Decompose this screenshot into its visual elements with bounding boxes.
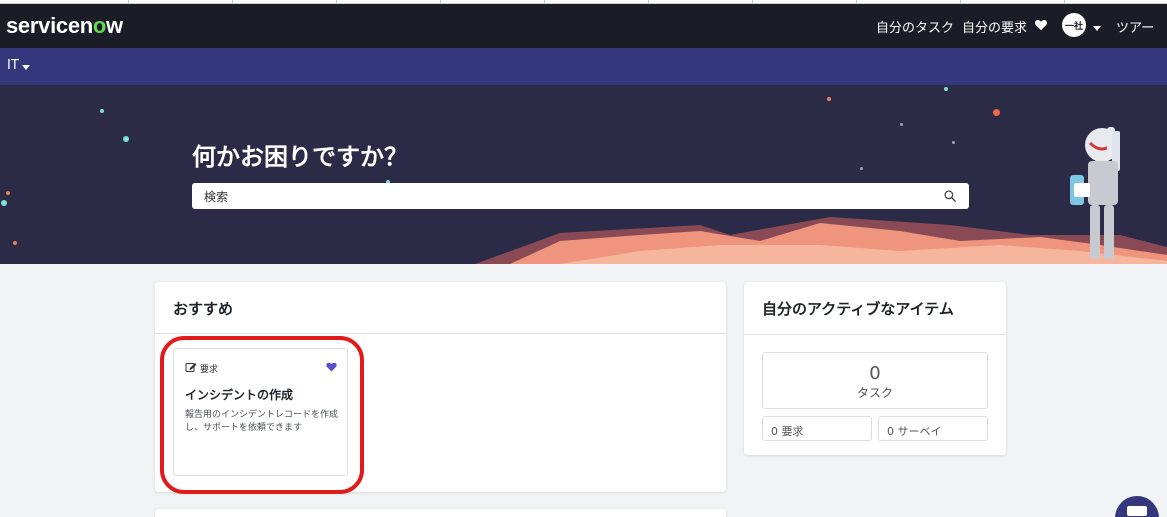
tasks-label: タスク — [856, 386, 893, 400]
hero-title: 何かお困りですか？ — [192, 143, 408, 171]
user-menu-chevron-down-icon[interactable] — [1093, 26, 1101, 31]
tasks-count: 0 — [869, 363, 881, 384]
card-divider — [744, 334, 1006, 335]
chat-button[interactable] — [1115, 496, 1159, 517]
my-requests-link[interactable]: 自分の要求 — [962, 17, 1027, 36]
search-icon[interactable] — [943, 189, 957, 203]
servicenow-logo[interactable]: servicenow — [6, 13, 123, 39]
it-menu[interactable]: IT — [7, 58, 19, 73]
favorites-heart-icon[interactable] — [1034, 18, 1048, 32]
search-input[interactable]: 検索 — [192, 183, 969, 209]
chat-icon — [1127, 506, 1147, 516]
card-divider — [155, 333, 726, 334]
top-header: servicenow 自分のタスク 自分の要求 一社 ツアー — [0, 4, 1167, 48]
tour-link[interactable]: ツアー — [1116, 17, 1154, 36]
my-tasks-link[interactable]: 自分のタスク — [876, 17, 954, 36]
surveys-box[interactable]: 0 サーベイ — [878, 416, 988, 441]
recommended-title: おすすめ — [173, 300, 234, 318]
second-card — [155, 509, 726, 517]
astronaut-illustration — [1070, 127, 1120, 259]
requests-count: 0 要求 — [771, 425, 804, 438]
active-items-title: 自分のアクティブなアイテム — [762, 300, 954, 318]
hero-banner: 何かお困りですか？ 検索 — [0, 85, 1167, 264]
red-highlight-annotation — [160, 336, 364, 494]
it-menu-chevron-down-icon[interactable] — [22, 65, 30, 70]
search-placeholder: 検索 — [204, 190, 229, 204]
tasks-box[interactable]: 0 タスク — [762, 352, 988, 409]
desert-landscape-illustration — [475, 217, 1167, 264]
active-items-card: 自分のアクティブなアイテム 0 タスク 0 要求 0 サーベイ — [744, 282, 1006, 455]
sub-navigation-bar: IT — [0, 48, 1167, 85]
requests-box[interactable]: 0 要求 — [762, 416, 872, 441]
user-avatar[interactable]: 一社 — [1062, 13, 1086, 37]
surveys-count: 0 サーベイ — [887, 425, 942, 438]
